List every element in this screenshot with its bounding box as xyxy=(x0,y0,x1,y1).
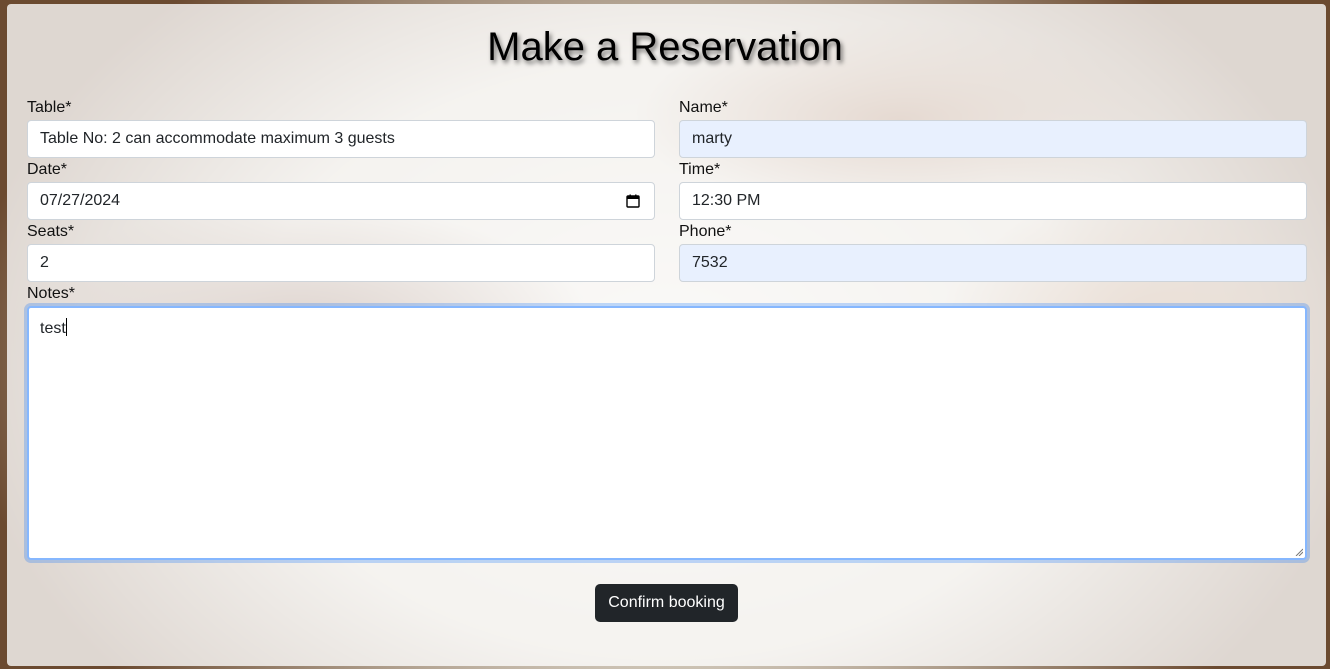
page-title: Make a Reservation xyxy=(487,25,843,69)
phone-field[interactable]: 7532 xyxy=(679,244,1307,282)
notes-label: Notes* xyxy=(27,285,76,302)
name-value: marty xyxy=(692,130,732,147)
phone-value: 7532 xyxy=(692,254,728,271)
date-label: Date* xyxy=(27,161,68,178)
table-field[interactable]: Table No: 2 can accommodate maximum 3 gu… xyxy=(27,120,655,158)
table-label: Table* xyxy=(27,99,72,116)
seats-field[interactable]: 2 xyxy=(27,244,655,282)
time-value: 12:30 PM xyxy=(692,192,761,209)
notes-value: test xyxy=(40,320,66,337)
time-field[interactable]: 12:30 PM xyxy=(679,182,1307,220)
time-label: Time* xyxy=(679,161,721,178)
seats-label: Seats* xyxy=(27,223,75,240)
table-value: Table No: 2 can accommodate maximum 3 gu… xyxy=(40,130,395,147)
phone-label: Phone* xyxy=(679,223,732,240)
resize-handle-icon[interactable] xyxy=(1295,548,1303,556)
calendar-icon[interactable] xyxy=(626,194,640,208)
name-label: Name* xyxy=(679,99,728,116)
date-value: 07/27/2024 xyxy=(40,192,121,209)
notes-textarea[interactable]: test xyxy=(27,306,1307,560)
confirm-booking-button[interactable]: Confirm booking xyxy=(595,584,738,622)
text-caret xyxy=(65,318,67,336)
date-field[interactable]: 07/27/2024 xyxy=(27,182,655,220)
seats-value: 2 xyxy=(40,254,49,271)
name-field[interactable]: marty xyxy=(679,120,1307,158)
